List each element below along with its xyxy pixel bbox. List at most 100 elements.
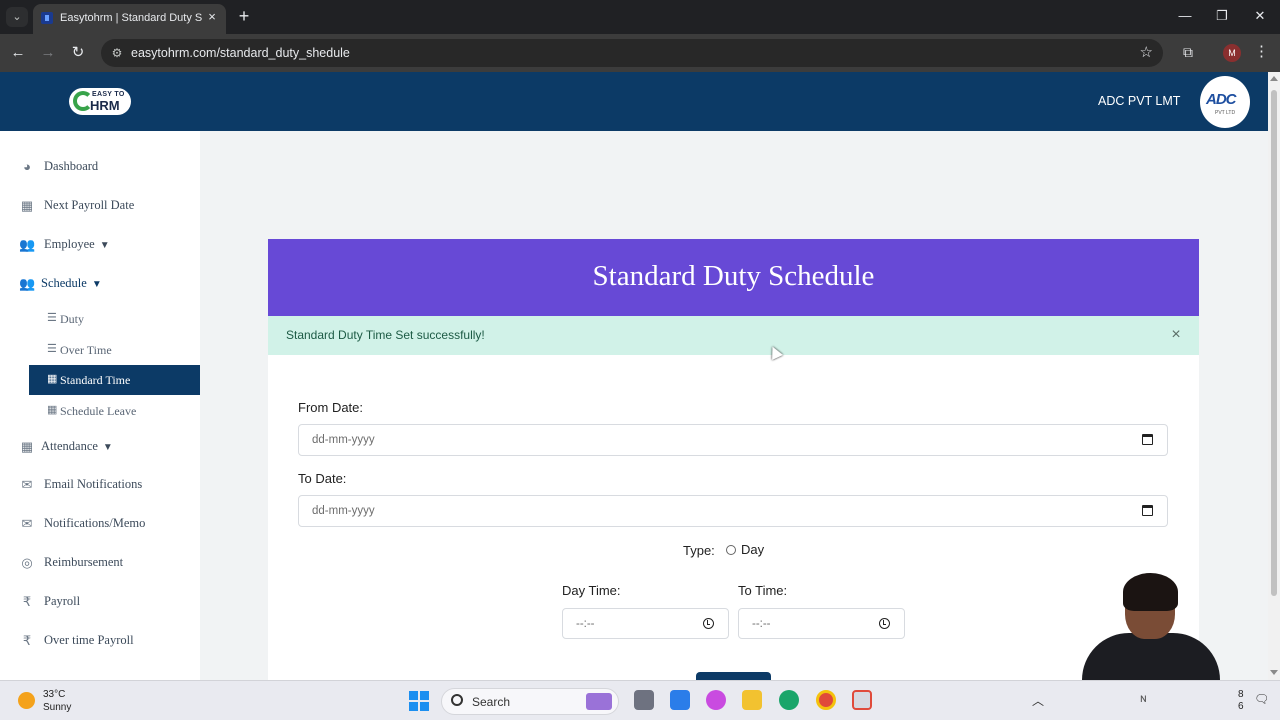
clock-icon[interactable]	[703, 618, 714, 629]
webcam-overlay	[1070, 565, 1220, 680]
envelope-icon: ✉	[21, 477, 33, 492]
sidebar-item-next-payroll-date[interactable]: ▦ Next Payroll Date	[0, 191, 200, 221]
bookmark-star-icon[interactable]: ☆	[1140, 43, 1153, 63]
reload-icon[interactable]: ↻	[67, 42, 89, 64]
easytohrm-logo[interactable]: EASY TO HRM	[69, 88, 131, 115]
day-time-input[interactable]: --:--	[562, 608, 729, 639]
edge-icon[interactable]	[779, 690, 799, 710]
start-tile	[409, 691, 418, 700]
taskbar-search-text: Search	[472, 695, 511, 709]
day-time-label: Day Time:	[562, 583, 621, 598]
file-explorer-icon[interactable]	[742, 690, 762, 710]
list-icon: ☰	[47, 343, 57, 355]
store-icon[interactable]	[670, 690, 690, 710]
sidebar-item-payroll[interactable]: ₹ Payroll	[0, 587, 200, 617]
company-logo[interactable]: ADC PVT LTD	[1200, 76, 1250, 128]
browser-menu-icon[interactable]: ⋮	[1254, 42, 1269, 62]
address-url[interactable]: easytohrm.com/standard_duty_shedule	[131, 46, 350, 60]
new-tab-plus-icon[interactable]: +	[234, 6, 254, 26]
type-label: Type:	[683, 543, 715, 558]
extensions-puzzle-icon[interactable]: ⧉	[1178, 42, 1198, 62]
weather-temperature[interactable]: 33°C	[43, 689, 65, 700]
sidebar-subitem-schedule-leave[interactable]: ▦ Schedule Leave	[29, 396, 200, 426]
users-icon: 👥	[19, 276, 36, 291]
to-date-label: To Date:	[298, 471, 347, 486]
sidebar-item-reimbursement[interactable]: ◎ Reimbursement	[0, 548, 200, 578]
site-settings-icon[interactable]: ⚙	[109, 45, 125, 61]
to-date-input[interactable]: dd-mm-yyyy	[298, 495, 1168, 527]
sidebar-sub-label: Over Time	[60, 343, 112, 357]
from-date-placeholder: dd-mm-yyyy	[312, 434, 375, 446]
task-view-icon[interactable]	[634, 690, 654, 710]
calendar-picker-icon[interactable]	[1142, 434, 1153, 445]
sidebar-item-dashboard[interactable]: ◕ Dashboard	[0, 152, 200, 182]
page-title: Standard Duty Schedule	[592, 260, 875, 292]
calendar-icon: ▦	[47, 404, 58, 416]
sidebar-subitem-standard-time[interactable]: ▦ Standard Time	[29, 365, 200, 395]
sidebar-label: Next Payroll Date	[44, 198, 135, 212]
calendar-icon: ▦	[20, 439, 34, 454]
page-scrollbar[interactable]	[1268, 72, 1280, 680]
sidebar-label: Attendance ▼	[41, 439, 113, 454]
taskbar-clock[interactable]: 86	[1238, 689, 1244, 713]
notification-bell-icon[interactable]: 🗨	[1254, 692, 1269, 708]
sidebar-label: Over time Payroll	[44, 633, 134, 647]
sidebar-item-schedule[interactable]: 👥 Schedule ▼	[0, 269, 200, 299]
company-logo-sub: PVT LTD	[1215, 110, 1236, 116]
envelope-icon: ✉	[21, 516, 33, 531]
clock-line-2: 6	[1238, 701, 1244, 712]
tray-chevron-up-icon[interactable]: ︿	[1032, 692, 1044, 709]
scroll-up-arrow-icon[interactable]	[1270, 76, 1278, 81]
site-favicon-icon	[41, 12, 53, 24]
tray-app-icon[interactable]: ɴ	[1140, 691, 1154, 709]
sidebar-subitem-over-time[interactable]: ☰ Over Time	[29, 335, 200, 365]
scrollbar-thumb[interactable]	[1271, 90, 1277, 596]
tab-close-icon[interactable]: ×	[204, 9, 220, 25]
card-header: Standard Duty Schedule	[268, 239, 1199, 316]
weather-description[interactable]: Sunny	[43, 702, 71, 713]
address-bar[interactable]: ⚙ easytohrm.com/standard_duty_shedule ☆	[101, 39, 1163, 67]
sidebar-label-text: Attendance	[41, 439, 98, 453]
calendar-icon: ▦	[20, 198, 34, 213]
sidebar-item-notifications-memo[interactable]: ✉ Notifications/Memo	[0, 509, 200, 539]
snipping-tool-icon[interactable]	[852, 690, 872, 710]
forward-arrow-icon[interactable]: →	[37, 42, 59, 64]
sidebar-item-attendance[interactable]: ▦ Attendance ▼	[0, 432, 200, 462]
start-tile	[420, 702, 429, 711]
back-arrow-icon[interactable]: ←	[7, 42, 29, 64]
alert-close-icon[interactable]: ×	[1167, 325, 1185, 345]
type-day-radio[interactable]	[726, 545, 736, 555]
sidebar-label: Notifications/Memo	[44, 516, 146, 530]
window-close-icon[interactable]: ✕	[1248, 6, 1272, 26]
logo-text-top: EASY TO	[92, 91, 125, 98]
success-alert: Standard Duty Time Set successfully! ×	[268, 316, 1199, 355]
profile-avatar[interactable]: M	[1223, 44, 1241, 62]
sidebar-item-email-notifications[interactable]: ✉ Email Notifications	[0, 470, 200, 500]
from-date-input[interactable]: dd-mm-yyyy	[298, 424, 1168, 456]
sidebar-subitem-duty[interactable]: ☰ Duty	[29, 304, 200, 334]
windows-start-icon[interactable]	[409, 691, 429, 711]
to-time-input[interactable]: --:--	[738, 608, 905, 639]
type-day-label[interactable]: Day	[741, 542, 764, 557]
restore-icon[interactable]: ❐	[1210, 6, 1234, 26]
minimize-icon[interactable]: —	[1173, 6, 1197, 26]
sidebar-item-over-time-payroll[interactable]: ₹ Over time Payroll	[0, 626, 200, 656]
palette-icon: ◕	[23, 159, 31, 174]
from-date-label: From Date:	[298, 400, 364, 415]
copilot-icon[interactable]	[706, 690, 726, 710]
calendar-picker-icon[interactable]	[1142, 505, 1153, 516]
weather-sun-icon[interactable]	[18, 692, 35, 709]
browser-tab-active[interactable]: Easytohrm | Standard Duty Schedule ×	[33, 4, 226, 34]
scroll-down-arrow-icon[interactable]	[1270, 670, 1278, 675]
chrome-icon[interactable]	[816, 690, 836, 710]
search-icon	[451, 694, 463, 706]
company-logo-mark: ADC	[1206, 91, 1236, 108]
taskbar-search[interactable]: Search	[441, 688, 619, 715]
sidebar-sub-label: Schedule Leave	[60, 404, 137, 418]
sidebar-label-text: Schedule	[41, 276, 87, 290]
tab-search-chevron-icon[interactable]: ⌄	[6, 7, 28, 27]
clock-icon[interactable]	[879, 618, 890, 629]
presenter-hair	[1123, 573, 1178, 611]
sidebar-sub-label: Duty	[60, 312, 84, 326]
sidebar-item-employee[interactable]: 👥 Employee ▼	[0, 230, 200, 260]
